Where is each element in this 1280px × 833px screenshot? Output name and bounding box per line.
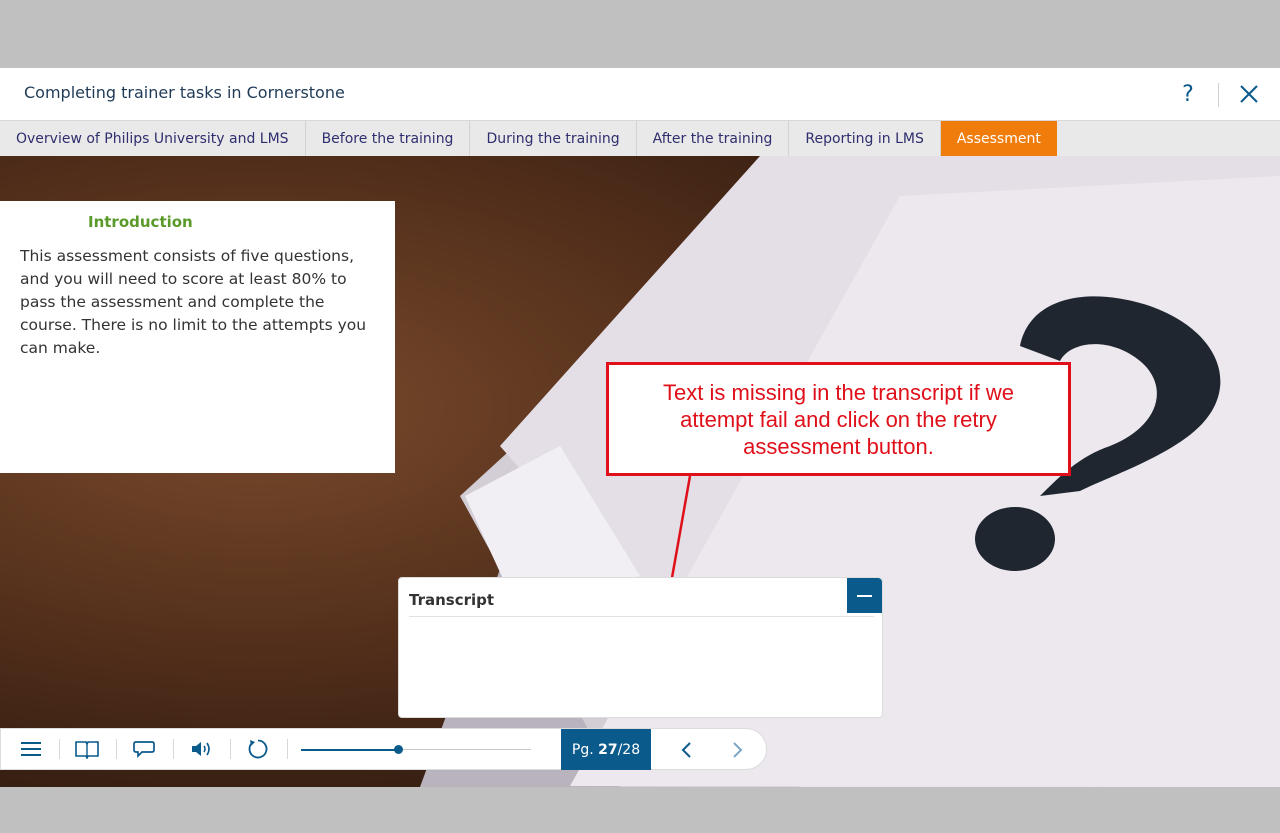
previous-page-button[interactable] bbox=[667, 729, 707, 770]
transcript-divider bbox=[409, 616, 874, 617]
audio-button[interactable] bbox=[173, 729, 229, 769]
progress-slider-thumb[interactable] bbox=[394, 745, 403, 754]
page-total: /28 bbox=[617, 741, 641, 758]
volume-icon bbox=[192, 742, 210, 756]
progress-slider-fill bbox=[301, 749, 398, 751]
annotation-callout: Text is missing in the transcript if we … bbox=[606, 362, 1071, 476]
menu-icon bbox=[21, 742, 41, 756]
help-icon: ? bbox=[1182, 81, 1194, 107]
page-indicator: Pg. 27/28 bbox=[561, 729, 651, 770]
slide-stage: Introduction This assessment consists of… bbox=[0, 156, 1280, 787]
header-divider bbox=[1218, 83, 1219, 107]
annotation-text: Text is missing in the transcript if we … bbox=[663, 379, 1014, 459]
transcript-toggle-button[interactable] bbox=[116, 729, 172, 769]
transcript-panel: Transcript bbox=[398, 577, 883, 718]
intro-body: This assessment consists of five questio… bbox=[20, 247, 367, 357]
help-button[interactable]: ? bbox=[1172, 78, 1204, 110]
chevron-right-icon bbox=[733, 741, 743, 758]
tab-overview[interactable]: Overview of Philips University and LMS bbox=[0, 121, 306, 156]
close-icon bbox=[1240, 85, 1258, 103]
player-toolbar: Pg. 27/28 bbox=[0, 728, 767, 770]
tab-after-training[interactable]: After the training bbox=[637, 121, 790, 156]
transcript-title: Transcript bbox=[409, 591, 495, 609]
minus-icon bbox=[857, 594, 872, 597]
replay-button[interactable] bbox=[230, 729, 286, 769]
chevron-left-icon bbox=[681, 741, 691, 758]
tab-before-training[interactable]: Before the training bbox=[306, 121, 471, 156]
course-title: Completing trainer tasks in Cornerstone bbox=[24, 83, 345, 102]
page-prefix: Pg. bbox=[571, 741, 599, 758]
tab-reporting[interactable]: Reporting in LMS bbox=[789, 121, 941, 156]
toolbar-divider bbox=[287, 739, 288, 759]
tab-assessment[interactable]: Assessment bbox=[940, 121, 1057, 156]
transcript-collapse-button[interactable] bbox=[847, 578, 882, 613]
intro-heading: Introduction bbox=[88, 213, 193, 231]
next-page-button[interactable] bbox=[717, 729, 757, 770]
course-header: Completing trainer tasks in Cornerstone … bbox=[0, 68, 1280, 121]
book-icon bbox=[75, 741, 99, 759]
page-current: 27 bbox=[598, 741, 618, 758]
intro-panel: Introduction This assessment consists of… bbox=[0, 201, 395, 473]
glossary-button[interactable] bbox=[59, 729, 115, 769]
close-button[interactable] bbox=[1234, 79, 1264, 109]
replay-icon bbox=[248, 739, 268, 759]
menu-button[interactable] bbox=[3, 729, 59, 769]
section-tabs: Overview of Philips University and LMS B… bbox=[0, 121, 1280, 156]
chat-icon bbox=[133, 741, 155, 759]
tab-during-training[interactable]: During the training bbox=[470, 121, 637, 156]
